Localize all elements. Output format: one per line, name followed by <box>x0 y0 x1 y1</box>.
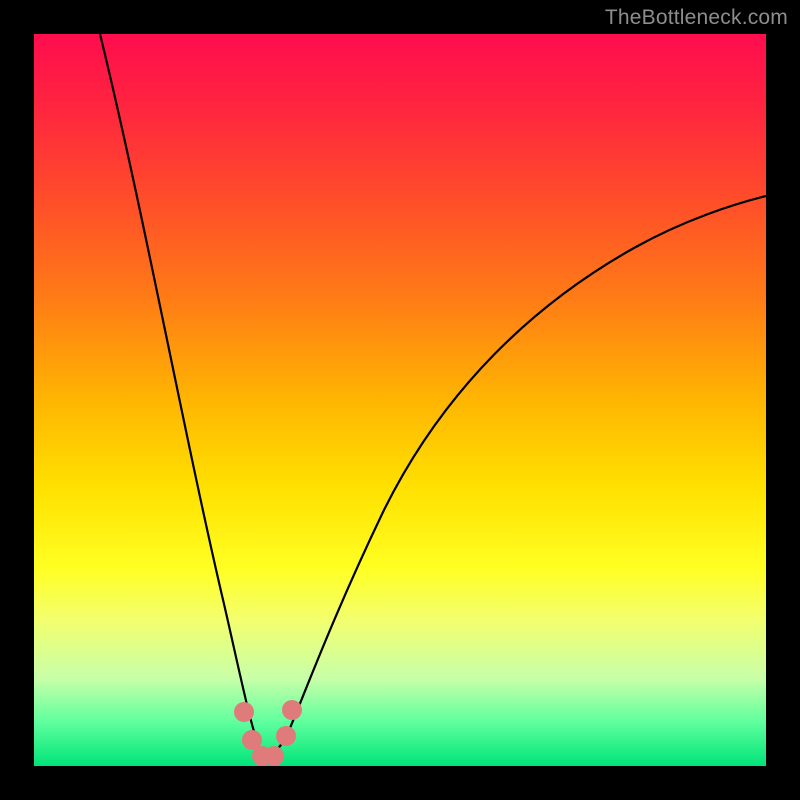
plot-area <box>34 34 766 766</box>
marker <box>282 700 302 720</box>
chart-stage: TheBottleneck.com <box>0 0 800 800</box>
marker <box>276 726 296 746</box>
curve-svg <box>34 34 766 766</box>
curve-right-branch <box>266 196 766 758</box>
marker <box>264 746 284 766</box>
marker <box>234 702 254 722</box>
curve-left-branch <box>100 34 266 758</box>
watermark-text: TheBottleneck.com <box>605 6 788 30</box>
trough-markers <box>234 700 302 766</box>
